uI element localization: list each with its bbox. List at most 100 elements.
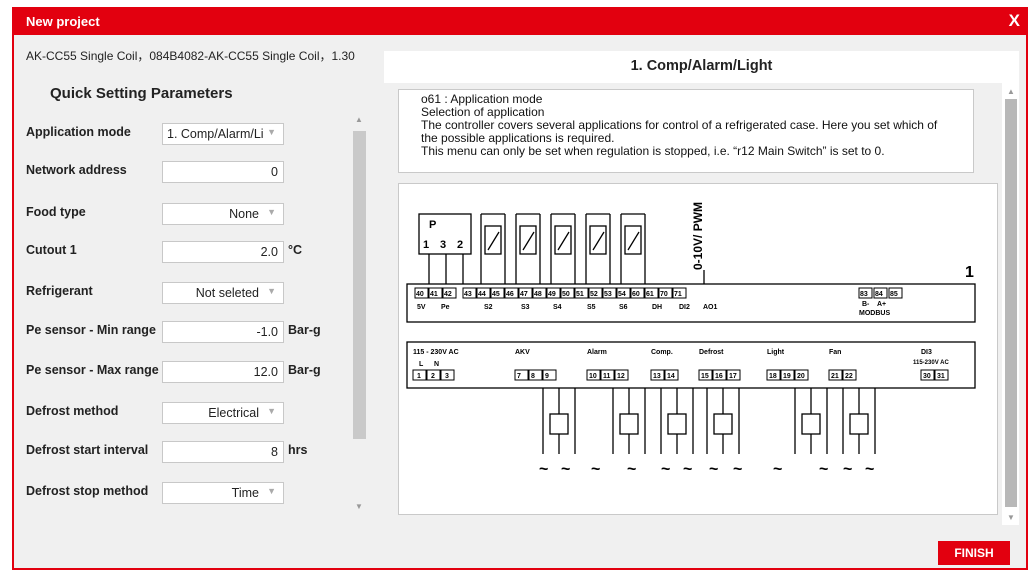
scroll-down-icon[interactable]: ▼ [355,502,363,511]
temperature-sensor-icon [624,225,642,255]
ac-symbol: ~ [819,461,828,478]
analog-output-label: 0-10V/ PWM [691,202,705,270]
param-label-pe-max: Pe sensor - Max range [26,363,159,377]
temperature-sensor-slash [557,231,570,251]
valve-load-icon [549,413,569,435]
application-content: o61 : Application mode Selection of appl… [384,83,1002,525]
comp-load-icon [667,413,687,435]
defrost-stop-value: Time [231,486,259,500]
param-label-defrost-interval: Defrost start interval [26,443,149,457]
defrost-method-value: Electrical [208,406,259,420]
power-label: 115 - 230V AC [413,349,459,356]
terminal-number: 51 [576,291,584,298]
heat-load-icon [713,413,733,435]
scroll-thumb[interactable] [1005,99,1017,507]
terminal-number: 46 [506,291,514,298]
terminal-label: DH [652,304,662,311]
output-group-sublabel: 115-230V AC [913,360,949,366]
scroll-up-icon[interactable]: ▲ [355,115,363,124]
terminal-number: 40 [416,291,424,298]
defrost-stop-select[interactable]: Time ▼ [162,482,284,504]
modbus-sublabel: B- [862,301,870,308]
application-mode-select[interactable]: 1. Comp/Alarm/Li ▼ [162,123,284,145]
output-group-label: Comp. [651,349,673,356]
chevron-down-icon: ▼ [267,127,276,137]
defrost-method-select[interactable]: Electrical ▼ [162,402,284,424]
scroll-thumb[interactable] [353,131,366,439]
modbus-sublabel: A+ [877,301,886,308]
chevron-down-icon: ▼ [267,406,276,416]
scroll-up-icon[interactable]: ▲ [1007,87,1015,96]
param-label-application-mode: Application mode [26,125,131,139]
refrigerant-select[interactable]: Not seleted ▼ [162,282,284,304]
pe-min-input[interactable]: -1.0 [162,321,284,343]
ac-symbol: ~ [709,461,718,478]
food-type-select[interactable]: None ▼ [162,203,284,225]
quick-settings-title: Quick Setting Parameters [50,85,233,102]
terminal-number: 47 [520,291,528,298]
pe-max-value: 12.0 [253,365,278,379]
terminal-number: 11 [603,373,611,380]
terminal-label: AO1 [703,304,718,311]
terminal-label: 5V [417,304,426,311]
params-scrollbar[interactable]: ▲ ▼ [350,107,368,519]
pressure-sensor-terminal: 2 [457,239,463,251]
terminal-number: 30 [923,373,931,380]
terminal-number: 20 [797,373,805,380]
terminal-number: 3 [445,373,449,380]
diagram-scrollbar[interactable]: ▲ ▼ [1002,83,1019,525]
terminal-number: 45 [492,291,500,298]
pressure-sensor-label: P [429,219,436,231]
param-label-refrigerant: Refrigerant [26,284,93,298]
pe-min-value: -1.0 [256,325,278,339]
defrost-interval-input[interactable]: 8 [162,441,284,463]
ac-symbol: ~ [627,461,636,478]
pe-max-input[interactable]: 12.0 [162,361,284,383]
output-group-label: AKV [515,349,530,356]
terminal-number: 49 [548,291,556,298]
cutout-input[interactable]: 2.0 [162,241,284,263]
terminal-number: 14 [667,373,675,380]
ac-symbol: ~ [661,461,670,478]
terminal-number: 83 [860,291,868,298]
description-line: This menu can only be set when regulatio… [421,144,885,158]
ac-symbol: ~ [733,461,742,478]
chevron-down-icon: ▼ [267,207,276,217]
param-label-food-type: Food type [26,205,86,219]
temperature-sensor-slash [487,231,500,251]
ac-symbol: ~ [865,461,874,478]
wiring-diagram-svg: P1 3 2 0-10V/ PWM140 41 42 43 44 45 46 47 48 49 50 51 5… [406,202,976,478]
finish-button[interactable]: FINISH [938,541,1010,565]
terminal-number: 10 [589,373,597,380]
terminal-number: 60 [632,291,640,298]
terminal-number: 19 [783,373,791,380]
terminal-label: DI2 [679,304,690,311]
power-sublabel: N [434,361,439,368]
defrost-interval-value: 8 [271,445,278,459]
terminal-label: Pe [441,304,450,311]
terminal-number: 85 [890,291,898,298]
light-load-icon [801,413,821,435]
application-description: o61 : Application mode Selection of appl… [398,89,974,173]
ac-symbol: ~ [539,461,548,478]
terminal-number: 43 [464,291,472,298]
ac-symbol: ~ [773,461,782,478]
horn-load-icon [619,413,639,435]
scroll-down-icon[interactable]: ▼ [1007,513,1015,522]
terminal-number: 71 [674,291,682,298]
pressure-sensor-terminal: 3 [440,239,446,251]
terminal-label: S6 [619,304,628,311]
terminal-number: 50 [562,291,570,298]
chevron-down-icon: ▼ [267,286,276,296]
close-icon[interactable]: X [1009,11,1020,31]
terminal-number: 1 [417,373,421,380]
temperature-sensor-slash [592,231,605,251]
terminal-number: 2 [431,373,435,380]
terminal-number: 53 [604,291,612,298]
terminal-number: 54 [618,291,626,298]
terminal-number: 8 [531,373,535,380]
wiring-diagram: P 1 3 2 0-10V/ PWM 1 40 41 42 43 44 45 46 47 48 49 50 51 5… [398,183,998,515]
cutout-value: 2.0 [260,245,278,259]
network-address-input[interactable]: 0 [162,161,284,183]
temperature-sensor-slash [627,231,640,251]
